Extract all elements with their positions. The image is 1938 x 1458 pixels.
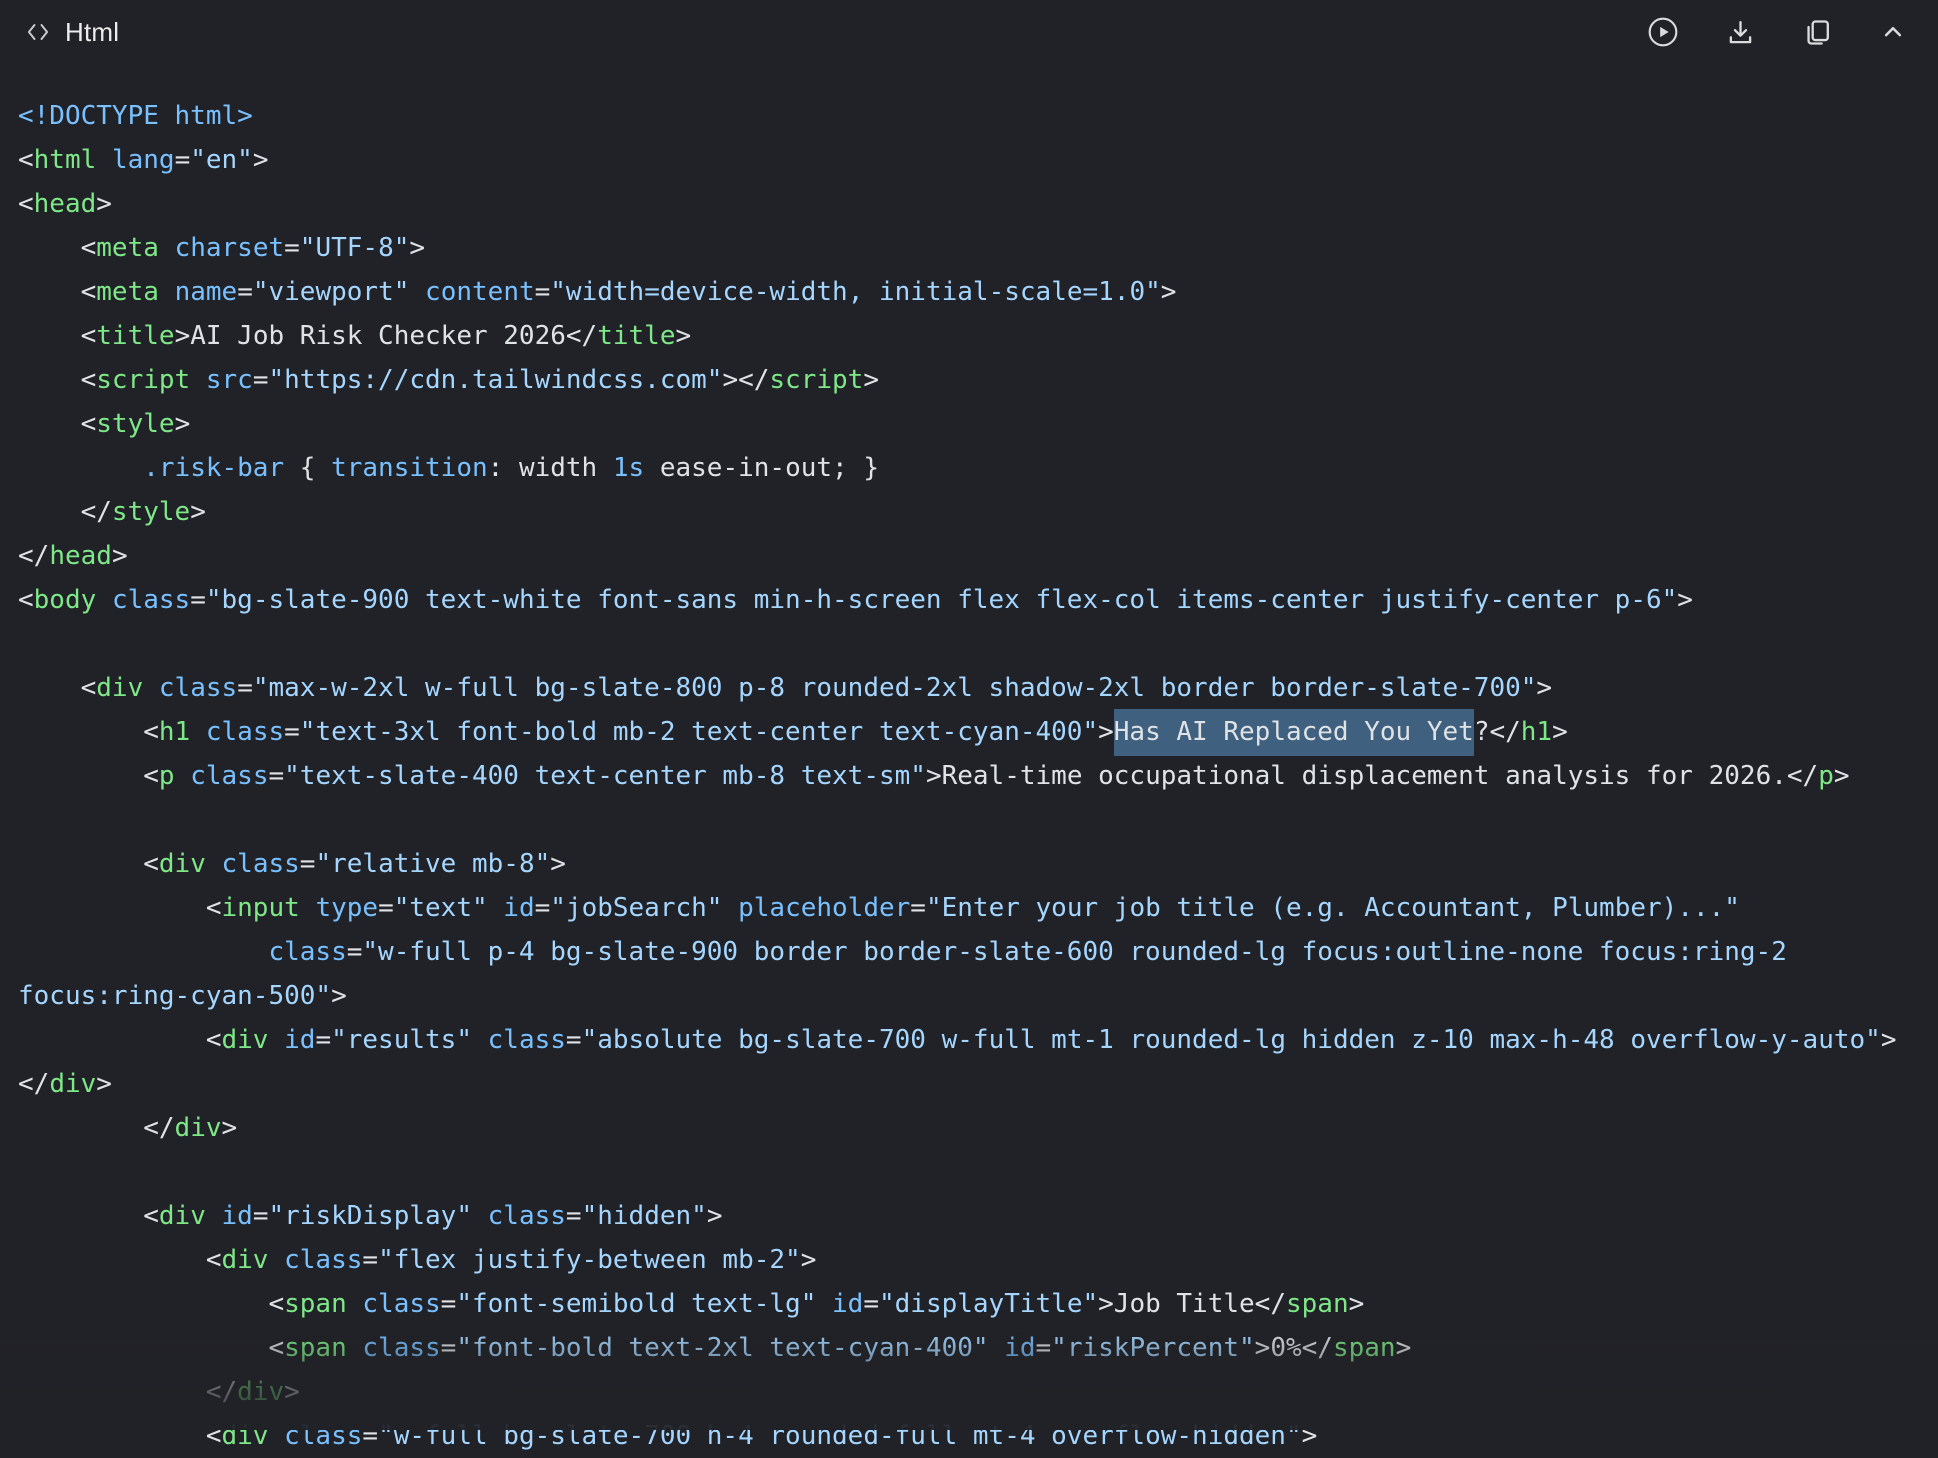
run-button[interactable] <box>1646 15 1680 49</box>
code-line <box>18 1150 1938 1194</box>
code-line: <!DOCTYPE html> <box>18 94 1938 138</box>
code-line: <div id="riskDisplay" class="hidden"> <box>18 1194 1938 1238</box>
code-editor[interactable]: <!DOCTYPE html><html lang="en"><head> <m… <box>0 64 1938 1458</box>
code-line: <p class="text-slate-400 text-center mb-… <box>18 754 1938 798</box>
copy-icon <box>1801 16 1834 49</box>
download-button[interactable] <box>1724 16 1757 49</box>
code-line: .risk-bar { transition: width 1s ease-in… <box>18 446 1938 490</box>
code-line: <h1 class="text-3xl font-bold mb-2 text-… <box>18 710 1938 754</box>
code-line: <script src="https://cdn.tailwindcss.com… <box>18 358 1938 402</box>
code-line: </div> <box>18 1370 1938 1414</box>
code-line: </head> <box>18 534 1938 578</box>
selected-text: Has AI Replaced You Yet <box>1114 709 1474 756</box>
code-line: <span class="font-bold text-2xl text-cya… <box>18 1326 1938 1370</box>
code-line <box>18 622 1938 666</box>
panel-title-group: Html <box>24 17 119 48</box>
code-line: class="w-full p-4 bg-slate-900 border bo… <box>18 930 1938 974</box>
code-line: <div id="results" class="absolute bg-sla… <box>18 1018 1938 1062</box>
code-line: <div class="flex justify-between mb-2"> <box>18 1238 1938 1282</box>
panel-actions <box>1646 15 1908 49</box>
code-line <box>18 798 1938 842</box>
code-line: </div> <box>18 1106 1938 1150</box>
code-line: <title>AI Job Risk Checker 2026</title> <box>18 314 1938 358</box>
code-line: <span class="font-semibold text-lg" id="… <box>18 1282 1938 1326</box>
code-line: </div> <box>18 1062 1938 1106</box>
code-line: <div class="max-w-2xl w-full bg-slate-80… <box>18 666 1938 710</box>
code-line: <input type="text" id="jobSearch" placeh… <box>18 886 1938 930</box>
download-icon <box>1724 16 1757 49</box>
chevron-up-icon <box>1878 17 1908 47</box>
code-line: focus:ring-cyan-500"> <box>18 974 1938 1018</box>
code-line: <meta name="viewport" content="width=dev… <box>18 270 1938 314</box>
language-label: Html <box>65 17 119 48</box>
code-line: <div class="relative mb-8"> <box>18 842 1938 886</box>
copy-button[interactable] <box>1801 16 1834 49</box>
code-icon <box>24 18 52 46</box>
code-line: <html lang="en"> <box>18 138 1938 182</box>
code-line: <style> <box>18 402 1938 446</box>
collapse-button[interactable] <box>1878 17 1908 47</box>
code-line: <div class="w-full bg-slate-700 h-4 roun… <box>18 1414 1938 1458</box>
code-line: <head> <box>18 182 1938 226</box>
code-line: <meta charset="UTF-8"> <box>18 226 1938 270</box>
code-panel-header: Html <box>0 0 1938 64</box>
play-circle-icon <box>1646 15 1680 49</box>
code-line: <body class="bg-slate-900 text-white fon… <box>18 578 1938 622</box>
code-line: </style> <box>18 490 1938 534</box>
